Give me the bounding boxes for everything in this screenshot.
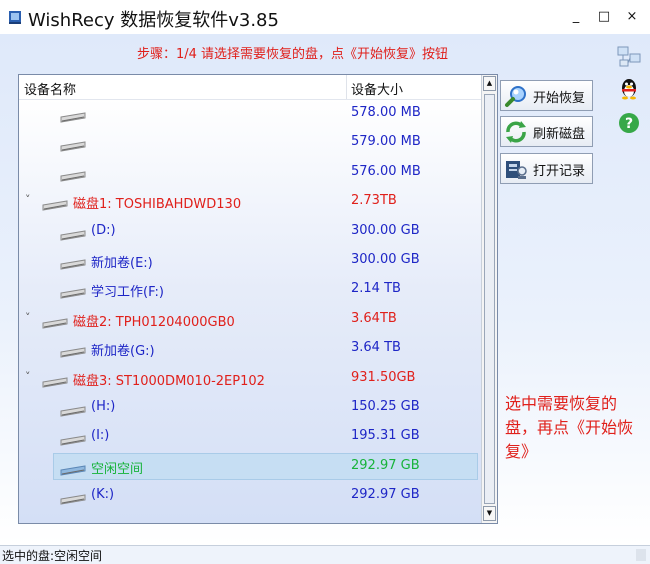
column-header-name[interactable]: 设备名称 xyxy=(24,79,76,98)
scroll-down-arrow-icon[interactable]: ▼ xyxy=(483,506,496,521)
volume-row[interactable]: 空闲空间 292.97 GB xyxy=(19,452,481,481)
device-name: 新加卷(E:) xyxy=(91,256,153,271)
volume-row[interactable]: (H:) 150.25 GB xyxy=(19,393,481,422)
drive-icon xyxy=(59,461,87,480)
scroll-up-arrow-icon[interactable]: ▲ xyxy=(483,76,496,91)
device-size: 300.00 GB xyxy=(351,222,420,238)
resize-grip[interactable] xyxy=(636,549,646,561)
disk-row[interactable]: ˅ 磁盘1: TOSHIBAHDWD130 2.73TB xyxy=(19,187,481,216)
volume-row[interactable]: 579.00 MB xyxy=(19,128,481,157)
scrollbar-thumb[interactable] xyxy=(484,94,495,504)
chevron-down-icon[interactable]: ˅ xyxy=(25,370,31,383)
hard-disk-icon xyxy=(41,314,69,333)
status-bar: 选中的盘:空闲空间 xyxy=(0,545,650,564)
refresh-disks-label: 刷新磁盘 xyxy=(533,127,586,142)
device-size: 3.64 TB xyxy=(351,340,401,356)
hard-disk-icon xyxy=(41,196,69,215)
app-icon xyxy=(9,11,21,24)
side-toolbar: ? xyxy=(612,34,644,133)
device-size: 2.14 TB xyxy=(351,281,401,297)
refresh-icon xyxy=(506,121,526,143)
volume-row[interactable]: 学习工作(F:) 2.14 TB xyxy=(19,275,481,304)
maximize-button[interactable]: □ xyxy=(590,6,618,28)
disk-row[interactable]: ˅ 磁盘3: ST1000DM010-2EP102 931.50GB xyxy=(19,364,481,393)
hint-text: 选中需要恢复的盘，再点《开始恢复》 xyxy=(505,394,634,461)
start-recovery-label: 开始恢复 xyxy=(533,91,586,106)
drive-icon xyxy=(59,284,87,303)
device-size: 150.25 GB xyxy=(351,399,420,414)
device-size: 931.50GB xyxy=(351,369,416,385)
window-title: WishRecy 数据恢复软件v3.85 xyxy=(28,10,279,31)
drive-icon xyxy=(59,431,87,450)
device-size: 195.31 GB xyxy=(351,428,420,444)
drive-icon xyxy=(59,343,87,362)
device-name: (I:) xyxy=(91,428,110,444)
magnifier-recover-icon xyxy=(505,86,526,107)
device-name: (D:) xyxy=(91,222,116,238)
volume-row[interactable]: 578.00 MB xyxy=(19,99,481,128)
device-name: (H:) xyxy=(91,399,116,414)
minimize-button[interactable]: _ xyxy=(562,6,590,28)
device-size: 3.64TB xyxy=(351,310,397,326)
vertical-scrollbar[interactable]: ▲ ▼ xyxy=(481,75,497,523)
hard-disk-icon xyxy=(41,373,69,392)
record-icon xyxy=(506,161,527,179)
device-size: 578.00 MB xyxy=(351,105,421,120)
device-size: 292.97 GB xyxy=(351,487,420,503)
chevron-down-icon[interactable]: ˅ xyxy=(25,311,31,324)
volume-row[interactable]: 新加卷(G:) 3.64 TB xyxy=(19,334,481,363)
device-name: 磁盘2: TPH01204000GB0 xyxy=(73,314,235,330)
volume-row[interactable]: 新加卷(E:) 300.00 GB xyxy=(19,246,481,275)
drive-icon xyxy=(59,137,87,156)
volume-row[interactable]: (I:) 195.31 GB xyxy=(19,422,481,451)
chevron-down-icon[interactable]: ˅ xyxy=(25,193,31,206)
open-record-button[interactable]: 打开记录 xyxy=(500,153,593,184)
status-text: 选中的盘:空闲空间 xyxy=(2,549,103,563)
device-name: 新加卷(G:) xyxy=(91,344,155,360)
volume-row[interactable]: 576.00 MB xyxy=(19,158,481,187)
volume-row[interactable]: (D:) 300.00 GB xyxy=(19,217,481,246)
device-name: 磁盘3: ST1000DM010-2EP102 xyxy=(73,373,265,389)
main-client-area: 步骤：1/4 请选择需要恢复的盘，点《开始恢复》按钮 设备名称 设备大小 578… xyxy=(0,34,650,545)
drive-icon xyxy=(59,490,87,509)
drive-icon xyxy=(59,108,87,127)
device-size: 2.73TB xyxy=(351,193,397,209)
volume-row[interactable]: (K:) 292.97 GB xyxy=(19,481,481,510)
title-bar: WishRecy 数据恢复软件v3.85 _ □ × xyxy=(0,0,650,34)
device-size: 579.00 MB xyxy=(351,134,421,150)
column-header-size[interactable]: 设备大小 xyxy=(351,79,403,98)
device-size: 292.97 GB xyxy=(351,457,420,473)
svg-text:?: ? xyxy=(625,116,633,132)
column-divider[interactable] xyxy=(346,75,347,99)
help-icon[interactable]: ? xyxy=(616,110,642,136)
drive-icon xyxy=(59,167,87,186)
device-list-header: 设备名称 设备大小 xyxy=(19,75,481,100)
drive-icon xyxy=(59,255,87,274)
device-name: 磁盘1: TOSHIBAHDWD130 xyxy=(73,197,242,213)
device-name: 空闲空间 xyxy=(91,461,144,477)
device-size: 576.00 MB xyxy=(351,163,421,179)
open-record-label: 打开记录 xyxy=(533,164,586,179)
qq-penguin-icon[interactable] xyxy=(616,76,642,102)
drive-icon xyxy=(59,226,87,245)
refresh-disks-button[interactable]: 刷新磁盘 xyxy=(500,116,593,147)
device-list[interactable]: 设备名称 设备大小 578.00 MB 579.00 MB 576.00 MB ˅ 磁盘… xyxy=(18,74,498,524)
drive-icon xyxy=(59,402,87,421)
close-button[interactable]: × xyxy=(618,6,646,28)
device-name: (K:) xyxy=(91,487,115,503)
disk-row[interactable]: ˅ 磁盘2: TPH01204000GB0 3.64TB xyxy=(19,305,481,334)
network-computers-icon[interactable] xyxy=(616,44,642,70)
start-recovery-button[interactable]: 开始恢复 xyxy=(500,80,593,111)
device-size: 300.00 GB xyxy=(351,252,420,267)
device-name: 学习工作(F:) xyxy=(91,285,164,301)
step-instruction: 步骤：1/4 请选择需要恢复的盘，点《开始恢复》按钮 xyxy=(137,47,449,62)
